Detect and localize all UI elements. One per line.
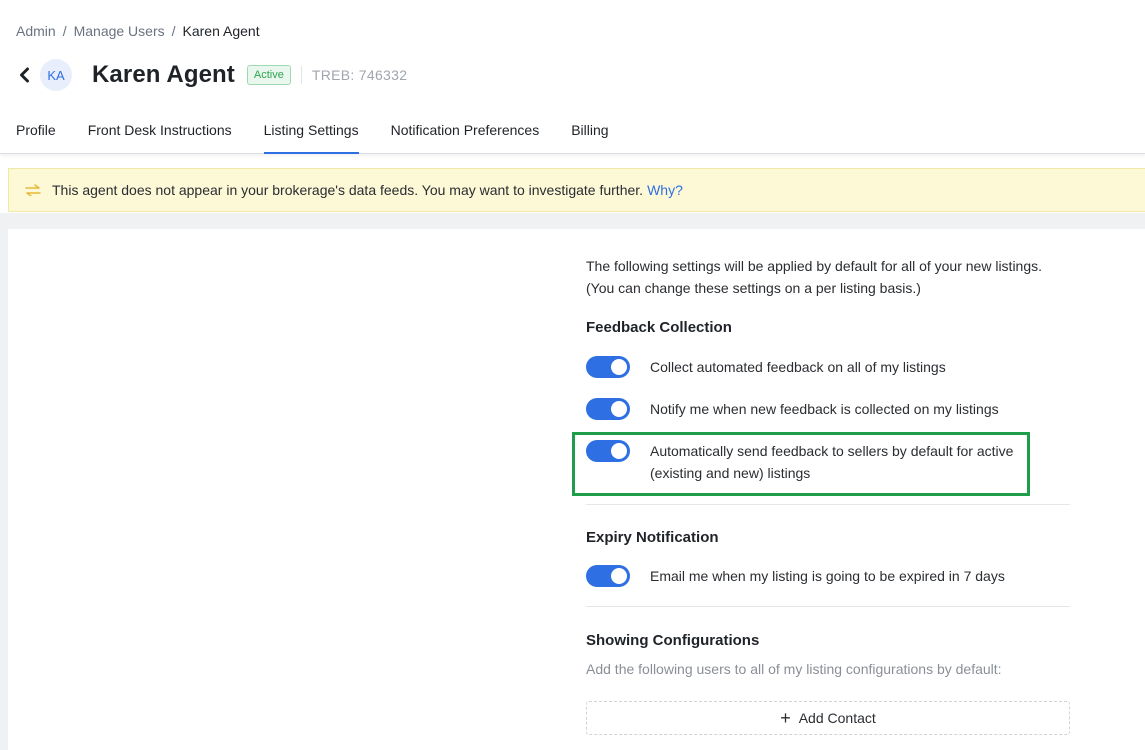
setting-collect-feedback: Collect automated feedback on all of my … (586, 356, 1070, 378)
breadcrumb-separator: / (171, 23, 176, 39)
setting-expiry-email: Email me when my listing is going to be … (586, 565, 1070, 587)
breadcrumb-current: Karen Agent (182, 23, 260, 39)
setting-send-feedback-sellers: Automatically send feedback to sellers b… (586, 440, 1070, 484)
page-header: Admin / Manage Users / Karen Agent KA Ka… (0, 0, 1145, 154)
alert-message: This agent does not appear in your broke… (52, 182, 644, 198)
toggle-knob (611, 401, 627, 417)
tab-billing[interactable]: Billing (571, 113, 608, 154)
toggle-knob (611, 568, 627, 584)
listing-settings: The following settings will be applied b… (586, 255, 1070, 677)
treb-number: TREB: 746332 (311, 67, 408, 83)
agent-title-row: KA Karen Agent Active TREB: 746332 (16, 59, 407, 91)
tab-profile[interactable]: Profile (16, 113, 56, 154)
expiry-email-label: Email me when my listing is going to be … (650, 568, 1005, 584)
title-divider (300, 66, 302, 84)
notify-feedback-toggle[interactable] (586, 398, 630, 420)
why-link[interactable]: Why? (647, 182, 683, 198)
notify-feedback-label: Notify me when new feedback is collected… (650, 401, 999, 417)
breadcrumb-separator: / (62, 23, 67, 39)
chevron-left-icon (19, 67, 29, 83)
tab-listing-settings[interactable]: Listing Settings (263, 113, 359, 154)
breadcrumb-admin[interactable]: Admin (16, 23, 56, 39)
collect-feedback-toggle[interactable] (586, 356, 630, 378)
toggle-knob (611, 359, 627, 375)
swap-arrows-icon (25, 183, 43, 197)
section-divider (586, 606, 1070, 607)
tab-front-desk-instructions[interactable]: Front Desk Instructions (88, 113, 232, 154)
data-feed-alert: This agent does not appear in your broke… (8, 168, 1145, 212)
plus-icon: + (780, 708, 791, 728)
send-feedback-sellers-label: Automatically send feedback to sellers b… (650, 443, 1014, 481)
setting-notify-feedback: Notify me when new feedback is collected… (586, 398, 1070, 420)
status-badge: Active (246, 65, 291, 85)
feedback-collection-title: Feedback Collection (586, 319, 732, 336)
settings-intro: The following settings will be applied b… (586, 258, 1043, 296)
breadcrumb: Admin / Manage Users / Karen Agent (16, 23, 260, 39)
page-title: Karen Agent (92, 61, 235, 88)
section-divider (586, 504, 1070, 505)
showing-configurations-subtitle: Add the following users to all of my lis… (586, 661, 1002, 677)
tab-notification-preferences[interactable]: Notification Preferences (391, 113, 540, 154)
tab-bar: Profile Front Desk Instructions Listing … (16, 113, 641, 154)
showing-configurations-title: Showing Configurations (586, 632, 760, 649)
send-feedback-sellers-toggle[interactable] (586, 440, 630, 462)
add-contact-button[interactable]: + Add Contact (586, 701, 1070, 735)
add-contact-label: Add Contact (798, 710, 876, 726)
breadcrumb-manage-users[interactable]: Manage Users (74, 23, 165, 39)
toggle-knob (611, 443, 627, 459)
back-button[interactable] (16, 64, 32, 86)
avatar: KA (40, 59, 72, 91)
expiry-email-toggle[interactable] (586, 565, 630, 587)
expiry-notification-title: Expiry Notification (586, 529, 719, 546)
collect-feedback-label: Collect automated feedback on all of my … (650, 359, 946, 375)
